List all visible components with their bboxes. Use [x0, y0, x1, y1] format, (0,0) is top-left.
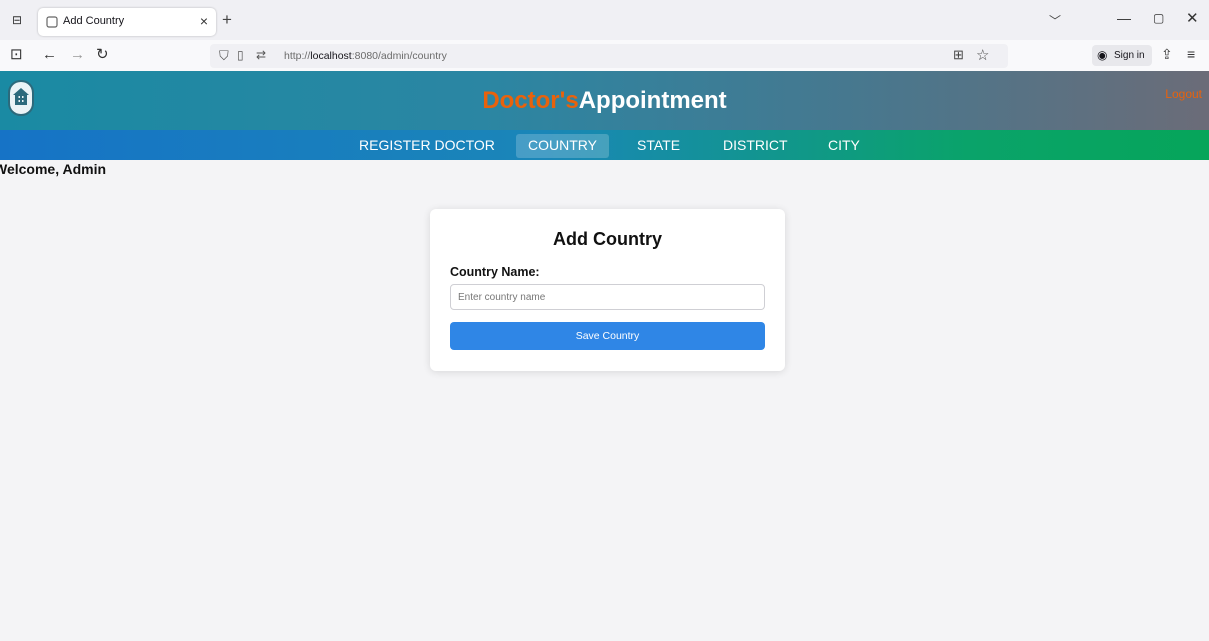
add-country-card: Add Country Country Name: Save Country: [430, 209, 785, 371]
reader-view-icon[interactable]: ⊞: [953, 47, 964, 63]
page-content: Doctor'sAppointment Logout REGISTER DOCT…: [0, 71, 1209, 641]
welcome-message: Welcome, Admin: [0, 161, 107, 177]
window-restore-icon[interactable]: ▢: [1153, 11, 1164, 25]
menu-item-register-doctor[interactable]: REGISTER DOCTOR: [347, 134, 507, 158]
extensions-icon[interactable]: ⇪: [1161, 46, 1173, 63]
url-bar[interactable]: ⛉ ▯ ⇄ http://localhost:8080/admin/countr…: [210, 44, 1008, 68]
site-brand: Doctor'sAppointment: [0, 87, 1209, 115]
menu-item-city[interactable]: CITY: [816, 134, 872, 158]
forward-arrow-icon[interactable]: →: [70, 47, 85, 63]
reload-icon[interactable]: ↻: [96, 47, 109, 63]
menu-item-state[interactable]: STATE: [625, 134, 692, 158]
page-favicon-icon: [46, 16, 58, 28]
back-arrow-icon[interactable]: ←: [42, 47, 57, 63]
tab-list-icon[interactable]: ⊟: [10, 13, 24, 27]
hamburger-menu-icon[interactable]: ≡: [1187, 46, 1195, 62]
sign-in-button[interactable]: ◉ Sign in: [1092, 45, 1152, 66]
brand-appointment: Appointment: [578, 87, 727, 114]
account-icon: ◉: [1097, 48, 1108, 62]
menu-item-country[interactable]: COUNTRY: [516, 134, 609, 158]
sign-in-label: Sign in: [1114, 50, 1145, 61]
url-text[interactable]: http://localhost:8080/admin/country: [284, 50, 447, 62]
site-header: Doctor'sAppointment Logout: [0, 71, 1209, 130]
brand-doctors: Doctor's: [482, 87, 579, 114]
sidebar-toggle-icon[interactable]: ⊡: [10, 47, 23, 63]
bookmark-star-icon[interactable]: ☆: [976, 46, 989, 64]
permissions-icon[interactable]: ⇄: [256, 48, 266, 62]
logout-link[interactable]: Logout: [1165, 87, 1202, 101]
chevron-down-icon[interactable]: ﹀: [1049, 12, 1061, 29]
tracking-shield-icon[interactable]: ⛉: [219, 48, 229, 64]
menu-item-district[interactable]: DISTRICT: [711, 134, 800, 158]
tab-close-icon[interactable]: ×: [200, 13, 208, 29]
country-name-input[interactable]: [450, 284, 765, 310]
window-close-icon[interactable]: ✕: [1186, 9, 1199, 27]
save-country-button[interactable]: Save Country: [450, 322, 765, 350]
country-name-label: Country Name:: [450, 265, 540, 279]
new-tab-icon[interactable]: +: [222, 10, 232, 30]
browser-nav-bar: ⊡ ← → ↻ ⛉ ▯ ⇄ http://localhost:8080/admi…: [0, 40, 1209, 71]
main-menu: REGISTER DOCTOR COUNTRY STATE DISTRICT C…: [0, 130, 1209, 160]
browser-tab-bar: ⊟ Add Country × + ﹀ — ▢ ✕: [0, 0, 1209, 40]
browser-tab-add-country[interactable]: Add Country ×: [38, 8, 216, 36]
tab-title: Add Country: [63, 15, 125, 27]
page-info-icon[interactable]: ▯: [237, 48, 244, 62]
form-title: Add Country: [553, 229, 662, 249]
window-minimize-icon[interactable]: —: [1117, 10, 1131, 26]
